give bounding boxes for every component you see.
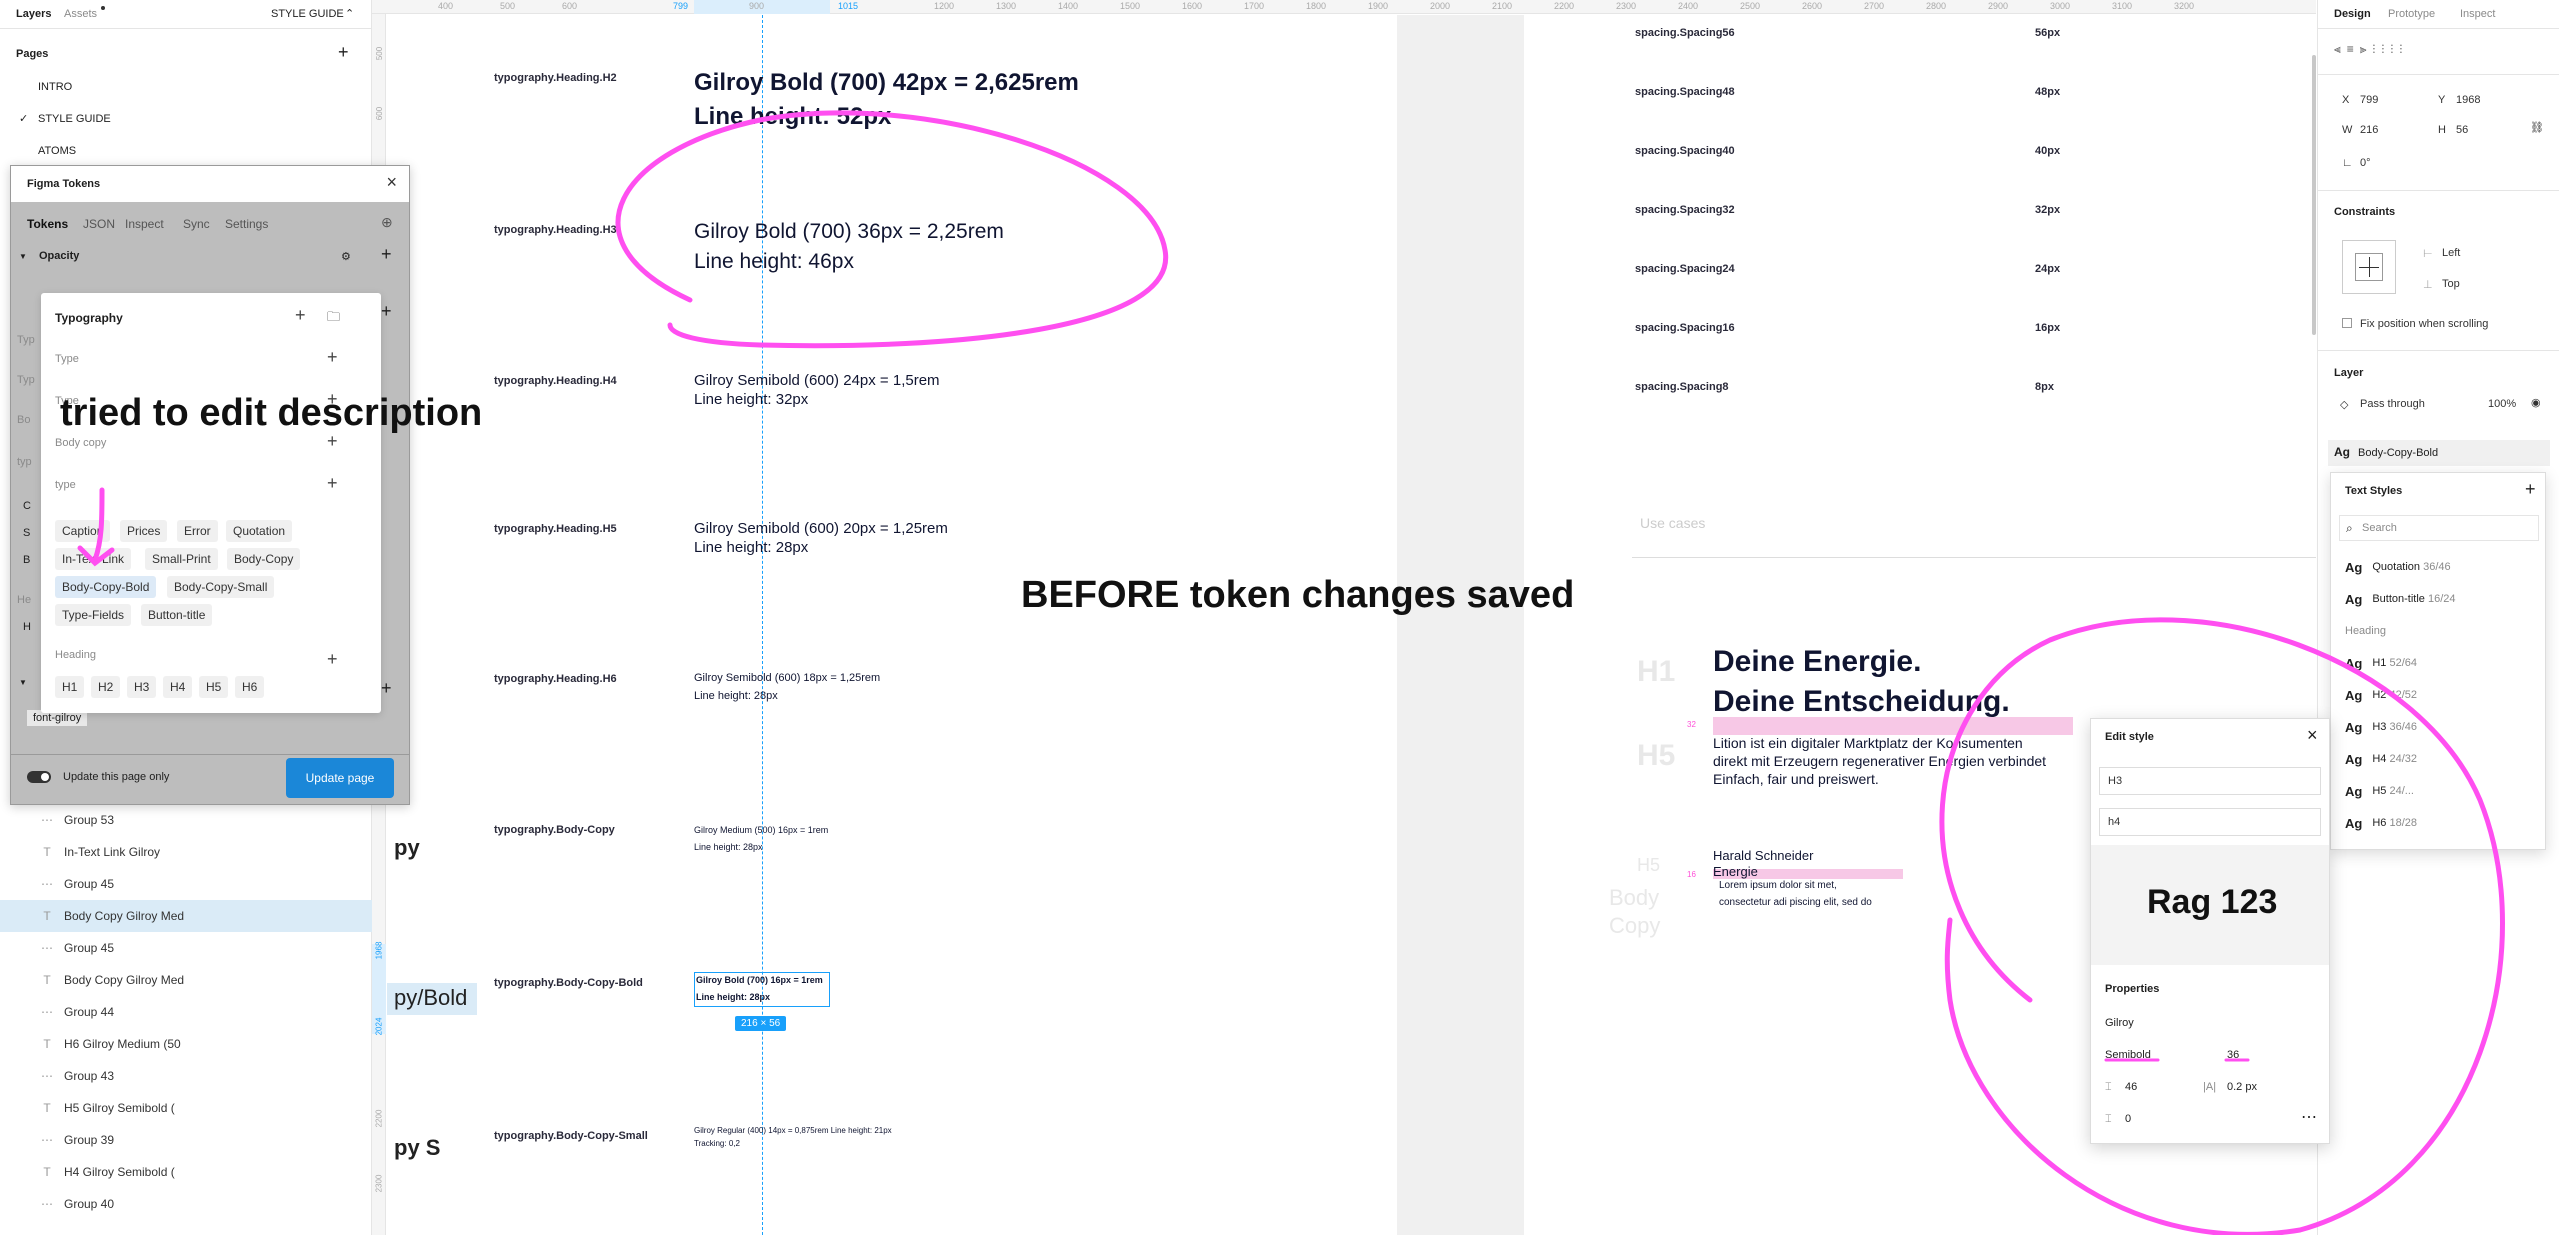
- annotation-arrow: [77, 487, 115, 567]
- annotation-circle: [1939, 617, 2505, 1235]
- annotation-circle: [615, 110, 1169, 349]
- annotation-overlay: [77, 110, 2505, 1235]
